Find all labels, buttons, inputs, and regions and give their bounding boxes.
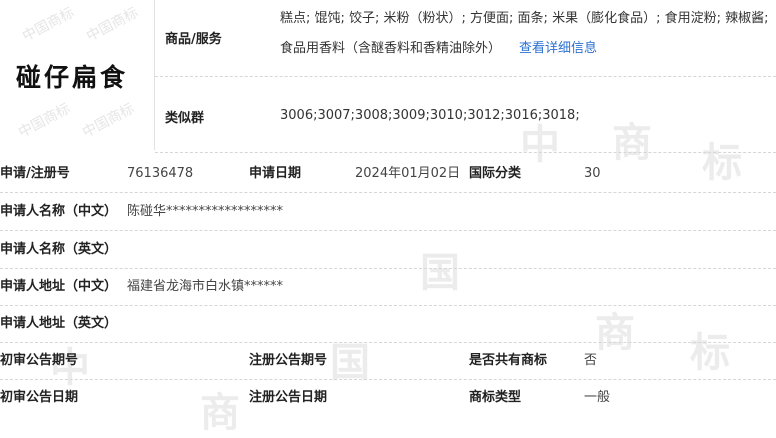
notice-date-row: 初审公告日期 注册公告日期 商标类型 一般 [0, 379, 776, 416]
applicant-cn-row: 申请人名称（中文） 陈碰华****************** [0, 193, 776, 231]
address-en-row: 申请人地址（英文） [0, 305, 776, 343]
similar-group-row: 类似群 3006;3007;3008;3009;3010;3012;3016;3… [155, 77, 776, 153]
similar-group-value: 3006;3007;3008;3009;3010;3012;3016;3018; [280, 108, 580, 123]
intl-class-label: 国际分类 [469, 166, 522, 181]
reg-no-label: 申请/注册号 [0, 166, 70, 181]
address-cn-label: 申请人地址（中文） [0, 279, 118, 294]
goods-services-value: 糕点; 馄饨; 饺子; 米粉（粉状）; 方便面; 面条; 米果（膨化食品）; 食… [280, 4, 768, 64]
view-details-link[interactable]: 查看详细信息 [519, 41, 597, 56]
reg-notice-no-label: 注册公告期号 [249, 353, 328, 368]
goods-line-2: 食品用香料（含醚香料和香精油除外） [280, 41, 502, 56]
mark-type-label: 商标类型 [469, 390, 522, 405]
trademark-name: 碰仔扁食 [16, 63, 129, 92]
address-en-label: 申请人地址（英文） [0, 316, 118, 331]
goods-services-row: 商品/服务 糕点; 馄饨; 饺子; 米粉（粉状）; 方便面; 面条; 米果（膨化… [155, 0, 776, 77]
trademark-image: 碰仔扁食 [0, 0, 155, 150]
prelim-no-label: 初审公告期号 [0, 353, 79, 368]
prelim-date-label: 初审公告日期 [0, 390, 79, 405]
apply-date-label: 申请日期 [249, 166, 302, 181]
shared-label: 是否共有商标 [469, 353, 548, 368]
shared-value: 否 [584, 353, 598, 368]
applicant-en-row: 申请人名称（英文） [0, 231, 776, 269]
goods-line-1: 糕点; 馄饨; 饺子; 米粉（粉状）; 方便面; 面条; 米果（膨化食品）; 食… [280, 11, 769, 26]
applicant-cn-label: 申请人名称（中文） [0, 204, 118, 219]
similar-group-label: 类似群 [165, 111, 205, 126]
applicant-cn-value: 陈碰华****************** [127, 204, 284, 219]
notice-no-row: 初审公告期号 注册公告期号 是否共有商标 否 [0, 342, 776, 380]
registration-row: 申请/注册号 76136478 申请日期 2024年01月02日 国际分类 30 [0, 155, 776, 193]
address-cn-value: 福建省龙海市白水镇****** [127, 279, 284, 294]
goods-line-2-wrap: 食品用香料（含醚香料和香精油除外） 查看详细信息 [280, 34, 768, 64]
applicant-en-label: 申请人名称（英文） [0, 242, 118, 257]
reg-notice-date-label: 注册公告日期 [249, 390, 328, 405]
mark-type-value: 一般 [584, 390, 611, 405]
goods-services-label: 商品/服务 [165, 32, 222, 47]
apply-date-value: 2024年01月02日 [355, 166, 461, 181]
address-cn-row: 申请人地址（中文） 福建省龙海市白水镇****** [0, 268, 776, 306]
intl-class-value: 30 [584, 166, 601, 181]
reg-no-value: 76136478 [127, 166, 194, 181]
